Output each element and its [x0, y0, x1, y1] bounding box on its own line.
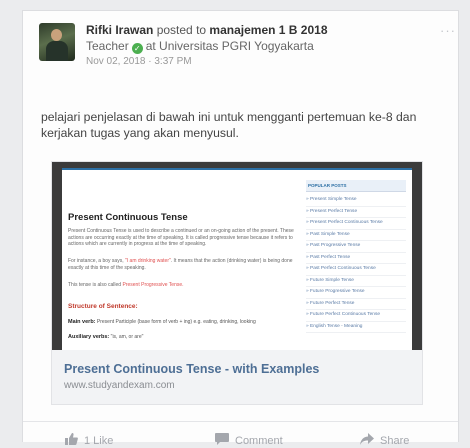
link-thumbnail[interactable]: Present Continuous Tense Present Continu…	[52, 162, 422, 350]
share-button[interactable]: Share	[360, 433, 409, 448]
thumbnail-sidebar-item: » Past Perfect Tense	[306, 253, 406, 264]
thumbnail-sidebar-item: » Present Simple Tense	[306, 195, 406, 207]
thumbnail-para2-quote: "I am drinking water"	[124, 258, 171, 264]
author-avatar[interactable]	[39, 23, 75, 61]
thumbnail-sidebar-item: » Present Perfect Tense	[306, 207, 406, 218]
thumbnail-paragraph-1: Present Continuous Tense is used to desc…	[68, 228, 294, 247]
thumbnail-aux-text: "is, am, or are"	[109, 334, 144, 340]
group-name[interactable]: manajemen 1 B 2018	[209, 23, 327, 37]
thumbnail-main-verb-label: Main verb:	[68, 319, 96, 325]
thumbnail-paragraph-2: For instance, a boy says, "I am drinking…	[68, 258, 294, 271]
thumbnail-sidebar-item: » Future Progressive Tense	[306, 287, 406, 299]
comment-icon	[215, 433, 229, 448]
like-button[interactable]: 1 Like	[65, 433, 113, 448]
role-label: Teacher	[86, 39, 129, 53]
thumbnail-sidebar-item: » Past Perfect Continuous Tense	[306, 264, 406, 276]
author-role: Teacher ✓ at Universitas PGRI Yogyakarta	[86, 39, 314, 54]
thumbnail-paragraph-3: This tense is also called Present Progre…	[68, 282, 184, 288]
school-text: at Universitas PGRI Yogyakarta	[145, 39, 314, 53]
thumbnail-main-verb: Main verb: Present Participle (base form…	[68, 319, 294, 326]
verified-icon: ✓	[131, 43, 143, 54]
thumbnail-para2-start: For instance, a boy says,	[68, 258, 125, 264]
thumbnail-main-verb-text: Present Participle (base form of verb + …	[95, 319, 256, 325]
post-header: Rifki Irawan posted to manajemen 1 B 201…	[86, 23, 328, 37]
thumbnail-aux-verbs: Auxiliary verbs: "is, am, or are"	[68, 334, 143, 341]
posted-to-text: posted to	[156, 23, 207, 37]
link-title[interactable]: Present Continuous Tense - with Examples	[64, 362, 319, 376]
post-text: pelajari penjelasan di bawah ini untuk m…	[41, 110, 417, 140]
share-icon	[360, 433, 374, 448]
thumbnail-sidebar-item: » English Tense - Meaning	[306, 322, 406, 333]
link-preview-card[interactable]: Present Continuous Tense Present Continu…	[51, 161, 423, 405]
thumbnail-structure-heading: Structure of Sentence:	[68, 303, 138, 310]
post-card: Rifki Irawan posted to manajemen 1 B 201…	[22, 10, 459, 447]
comment-label: Comment	[235, 435, 283, 447]
comment-button[interactable]: Comment	[215, 433, 283, 448]
link-url: www.studyandexam.com	[64, 380, 175, 391]
thumbnail-sidebar: POPULAR POSTS » Present Simple Tense» Pr…	[306, 180, 406, 333]
more-options-icon[interactable]: ···	[440, 23, 456, 38]
thumbnail-sidebar-list: » Present Simple Tense» Present Perfect …	[306, 195, 406, 333]
actions-divider	[23, 421, 458, 422]
thumbnail-sidebar-item: » Future Simple Tense	[306, 276, 406, 287]
thumbnail-sidebar-item: » Future Perfect Continuous Tense	[306, 310, 406, 322]
thumbnail-para3-red: Present Progressive Tense.	[122, 282, 184, 288]
avatar-body	[46, 41, 68, 61]
like-label: 1 Like	[84, 435, 114, 447]
post-date[interactable]: Nov 02, 2018 · 3:37 PM	[86, 56, 192, 67]
author-name[interactable]: Rifki Irawan	[86, 23, 153, 37]
thumbs-up-icon	[65, 433, 78, 448]
thumbnail-sidebar-heading: POPULAR POSTS	[306, 180, 406, 192]
share-label: Share	[380, 435, 410, 447]
link-meta[interactable]: Present Continuous Tense - with Examples…	[52, 350, 422, 404]
thumbnail-para3-start: This tense is also called	[68, 282, 123, 288]
avatar-head	[51, 29, 62, 41]
thumbnail-sidebar-item: » Past Simple Tense	[306, 230, 406, 241]
thumbnail-heading: Present Continuous Tense	[68, 212, 188, 223]
thumbnail-sidebar-item: » Past Progressive Tense	[306, 241, 406, 253]
thumbnail-sidebar-item: » Present Perfect Continuous Tense	[306, 218, 406, 230]
thumbnail-sidebar-item: » Future Perfect Tense	[306, 299, 406, 310]
thumbnail-page: Present Continuous Tense Present Continu…	[62, 168, 412, 350]
thumbnail-aux-label: Auxiliary verbs:	[68, 334, 110, 340]
